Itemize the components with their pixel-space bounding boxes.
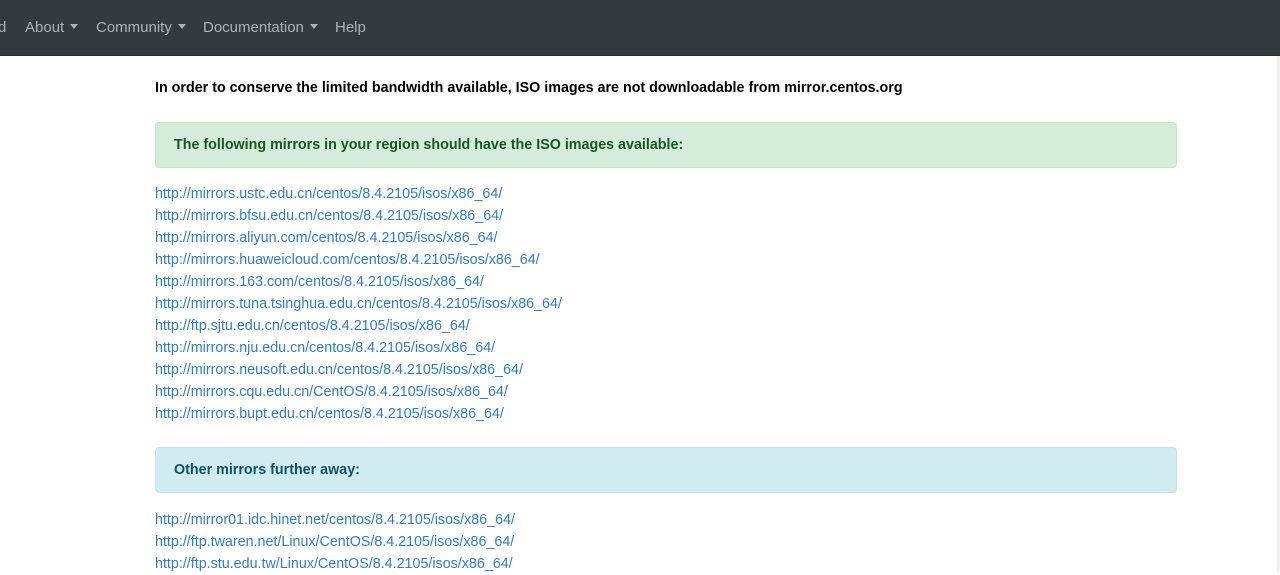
other-mirror-list: http://mirror01.idc.hinet.net/centos/8.4… [155, 509, 515, 575]
bandwidth-notice: In order to conserve the limited bandwid… [155, 80, 903, 96]
mirror-link[interactable]: http://mirrors.aliyun.com/centos/8.4.210… [155, 227, 562, 249]
mirror-link[interactable]: http://mirrors.163.com/centos/8.4.2105/i… [155, 271, 562, 293]
caret-down-icon [309, 24, 318, 29]
mirror-link[interactable]: http://mirrors.huaweicloud.com/centos/8.… [155, 249, 562, 271]
nav-item-help[interactable]: Help [335, 19, 366, 36]
nav-item-download[interactable]: d [0, 19, 6, 36]
caret-down-icon [70, 24, 79, 29]
mirror-link[interactable]: http://ftp.twaren.net/Linux/CentOS/8.4.2… [155, 531, 515, 553]
mirror-link[interactable]: http://mirrors.nju.edu.cn/centos/8.4.210… [155, 337, 562, 359]
nav-label: About [25, 19, 65, 36]
other-mirrors-alert: Other mirrors further away: [155, 447, 1177, 493]
mirror-link[interactable]: http://mirrors.bupt.edu.cn/centos/8.4.21… [155, 403, 562, 425]
nav-item-about[interactable]: About [25, 19, 79, 36]
nav-item-documentation[interactable]: Documentation [203, 19, 318, 36]
nav-label: Community [96, 19, 172, 36]
region-mirrors-alert: The following mirrors in your region sho… [155, 122, 1177, 168]
top-navbar: d About Community Documentation Help [0, 0, 1280, 56]
other-mirrors-heading: Other mirrors further away: [174, 462, 360, 478]
mirror-link[interactable]: http://mirrors.bfsu.edu.cn/centos/8.4.21… [155, 205, 562, 227]
region-mirrors-heading: The following mirrors in your region sho… [174, 137, 684, 153]
mirror-link[interactable]: http://ftp.sjtu.edu.cn/centos/8.4.2105/i… [155, 315, 562, 337]
nav-label: Help [335, 19, 366, 36]
mirror-link[interactable]: http://mirrors.tuna.tsinghua.edu.cn/cent… [155, 293, 562, 315]
mirror-link[interactable]: http://mirrors.ustc.edu.cn/centos/8.4.21… [155, 183, 562, 205]
caret-down-icon [177, 24, 186, 29]
mirror-link[interactable]: http://mirrors.cqu.edu.cn/CentOS/8.4.210… [155, 381, 562, 403]
region-mirror-list: http://mirrors.ustc.edu.cn/centos/8.4.21… [155, 183, 562, 425]
nav-label: Documentation [203, 19, 304, 36]
nav-label: d [0, 19, 7, 36]
nav-item-community[interactable]: Community [96, 19, 186, 36]
mirror-link[interactable]: http://mirror01.idc.hinet.net/centos/8.4… [155, 509, 515, 531]
mirror-link[interactable]: http://mirrors.neusoft.edu.cn/centos/8.4… [155, 359, 562, 381]
